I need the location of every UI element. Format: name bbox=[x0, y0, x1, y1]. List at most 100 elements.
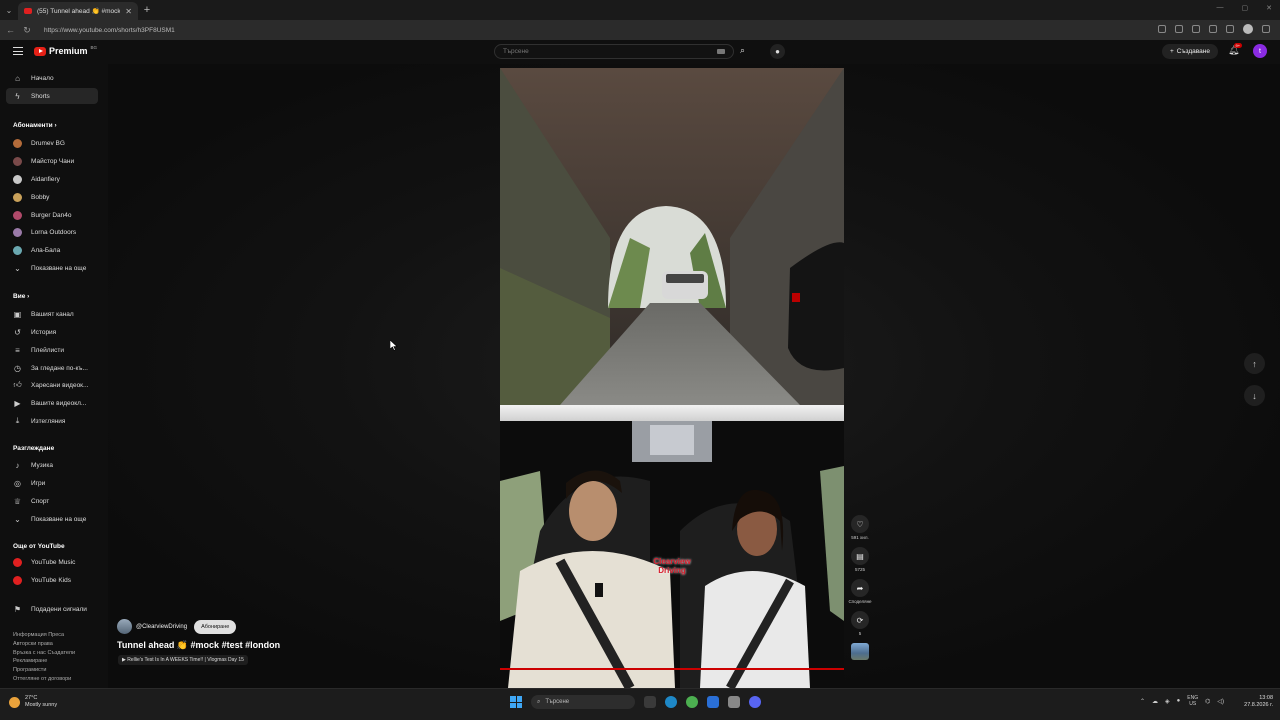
remix-count: 5 bbox=[858, 631, 862, 636]
browser-tab[interactable]: (55) Tunnel ahead 👏 #mock ✕ bbox=[18, 2, 138, 20]
sidebar-item-subscription[interactable]: Ала-Бала bbox=[6, 242, 98, 258]
sidebar-item-watch-later[interactable]: ◷ За гледане по-къ... bbox=[6, 360, 98, 376]
discord-icon[interactable] bbox=[749, 696, 761, 708]
you-heading[interactable]: Вие › bbox=[13, 293, 29, 300]
comments-button[interactable]: ▤ bbox=[851, 547, 869, 565]
show-more-subscriptions[interactable]: ⌄ Показване на още bbox=[6, 260, 98, 276]
share-button[interactable]: ➦ bbox=[851, 579, 869, 597]
chrome-icon[interactable] bbox=[686, 696, 698, 708]
edge-icon[interactable] bbox=[665, 696, 677, 708]
like-button[interactable]: ♡ bbox=[851, 515, 869, 533]
extensions-icon[interactable] bbox=[1209, 25, 1217, 33]
video-progress-bar[interactable] bbox=[500, 668, 844, 670]
security-icon[interactable]: ◈ bbox=[1165, 698, 1170, 705]
sound-thumbnail[interactable] bbox=[851, 643, 869, 660]
create-label: Създаване bbox=[1176, 48, 1210, 55]
sidebar-item-music[interactable]: ♪ Музика bbox=[6, 457, 98, 473]
task-view-icon[interactable] bbox=[644, 696, 656, 708]
tray-chevron-icon[interactable]: ⌃ bbox=[1140, 698, 1145, 705]
channel-avatar[interactable] bbox=[117, 619, 132, 634]
related-video-link[interactable]: ▶ Rellie's Test Is In A WEEKS Time!! | V… bbox=[118, 655, 248, 665]
footer-link[interactable]: Връзка с нас Създатели bbox=[13, 649, 103, 658]
minimize-icon[interactable]: — bbox=[1217, 4, 1224, 12]
volume-icon[interactable]: ◁) bbox=[1217, 698, 1224, 705]
cloud-icon[interactable]: ☁ bbox=[1152, 698, 1158, 705]
sidebar-item-your-channel[interactable]: ▣ Вашият канал bbox=[6, 306, 98, 322]
sidebar-item-subscription[interactable]: Burger Dan4o bbox=[6, 207, 98, 223]
sidebar-item-subscription[interactable]: Lorna Outdoors bbox=[6, 224, 98, 240]
maximize-icon[interactable]: ▢ bbox=[1242, 4, 1249, 12]
search-icon: ⌕ bbox=[537, 698, 541, 705]
search-input[interactable]: Търсене bbox=[503, 48, 717, 55]
reload-icon[interactable]: ↻ bbox=[23, 25, 31, 36]
search-icon[interactable]: ⌕ bbox=[740, 45, 745, 56]
footer-link[interactable]: Програмисти bbox=[13, 666, 103, 675]
more-icon[interactable] bbox=[1262, 25, 1270, 33]
channel-row: @ClearviewDriving Абониране bbox=[117, 619, 237, 634]
footer-link[interactable]: Информация Преса bbox=[13, 631, 103, 640]
system-tray: ⌃ ☁ ◈ ● ENG US ⌬ ◁) bbox=[1140, 695, 1224, 707]
zoom-icon[interactable] bbox=[1175, 25, 1183, 33]
collections-icon[interactable] bbox=[1226, 25, 1234, 33]
favorite-icon[interactable] bbox=[1192, 25, 1200, 33]
subscriptions-heading[interactable]: Абонаменти › bbox=[13, 122, 57, 129]
previous-short-button[interactable]: ↑ bbox=[1244, 353, 1265, 374]
browser-profile-icon[interactable] bbox=[1243, 24, 1253, 34]
url-field[interactable]: https://www.youtube.com/shorts/h3PF8USM1 bbox=[44, 27, 175, 34]
subscribe-button[interactable]: Абониране bbox=[194, 619, 237, 634]
short-video-player[interactable]: Clearview Driving bbox=[500, 68, 844, 688]
tab-menu-icon[interactable]: ⌄ bbox=[0, 0, 18, 20]
sidebar-item-playlists[interactable]: ≡ Плейлисти bbox=[6, 342, 98, 358]
next-short-button[interactable]: ↓ bbox=[1244, 385, 1265, 406]
channel-name[interactable]: @ClearviewDriving bbox=[136, 624, 187, 630]
tunnel-scene bbox=[500, 68, 844, 405]
new-tab-button[interactable]: + bbox=[138, 4, 156, 16]
sidebar-item-youtube-kids[interactable]: YouTube Kids bbox=[6, 572, 98, 588]
close-tab-icon[interactable]: ✕ bbox=[125, 7, 132, 16]
weather-temp: 27°C bbox=[25, 695, 38, 701]
sidebar-item-report-history[interactable]: ⚑ Подадени сигнали bbox=[6, 601, 98, 617]
system-clock[interactable]: 13:08 27.8.2026 г. bbox=[1238, 695, 1273, 709]
close-window-icon[interactable]: ✕ bbox=[1266, 4, 1272, 12]
sidebar-item-subscription[interactable]: Майстор Чани bbox=[6, 153, 98, 169]
footer-link[interactable]: Оттегляне от договори bbox=[13, 675, 103, 684]
network-icon[interactable]: ⌬ bbox=[1205, 698, 1210, 705]
keyboard-icon[interactable] bbox=[717, 49, 725, 54]
search-box[interactable]: Търсене bbox=[494, 44, 734, 59]
sidebar-item-your-videos[interactable]: ▶ Вашите видеокл... bbox=[6, 395, 98, 411]
show-more-explore[interactable]: ⌄ Показване на още bbox=[6, 511, 98, 527]
explorer-icon[interactable] bbox=[728, 696, 740, 708]
sidebar-item-shorts[interactable]: ϟ Shorts bbox=[6, 88, 98, 104]
translate-icon[interactable] bbox=[1158, 25, 1166, 33]
weather-widget[interactable]: 27°C Mostly sunny bbox=[9, 695, 57, 709]
footer-link[interactable]: Рекламиране bbox=[13, 657, 103, 666]
mic-tray-icon[interactable]: ● bbox=[1177, 698, 1181, 704]
windows-start-icon[interactable] bbox=[510, 696, 522, 708]
short-title[interactable]: Tunnel ahead 👏 #mock #test #london bbox=[117, 640, 280, 651]
game-icon: ◎ bbox=[14, 478, 21, 488]
back-icon[interactable]: ← bbox=[6, 25, 15, 35]
sidebar-item-downloads[interactable]: ⤓ Изтегляния bbox=[6, 413, 98, 429]
footer-link[interactable]: Авторски права bbox=[13, 640, 103, 649]
user-avatar[interactable]: t bbox=[1253, 44, 1267, 58]
youtube-logo[interactable]: Premium BG bbox=[34, 45, 97, 56]
sidebar-item-label: Игри bbox=[31, 479, 46, 487]
sidebar-item-subscription[interactable]: Bobby bbox=[6, 189, 98, 205]
remix-button[interactable]: ⟳ bbox=[851, 611, 869, 629]
car-dashboard bbox=[500, 405, 844, 421]
sidebar-item-home[interactable]: ⌂ Начало bbox=[6, 70, 98, 86]
create-button[interactable]: + Създаване bbox=[1162, 44, 1218, 59]
sidebar-item-subscription[interactable]: Drumev BG bbox=[6, 135, 98, 151]
sidebar-item-subscription[interactable]: Aidanfiery bbox=[6, 171, 98, 187]
language-indicator[interactable]: ENG US bbox=[1187, 695, 1198, 707]
sidebar-item-sports[interactable]: ♕ Спорт bbox=[6, 493, 98, 509]
sidebar-item-history[interactable]: ↺ История bbox=[6, 324, 98, 340]
menu-icon[interactable] bbox=[13, 47, 23, 55]
explore-heading: Разглеждане bbox=[13, 445, 55, 452]
sidebar-item-liked[interactable]: 👍︎ Харесани видеок... bbox=[6, 377, 98, 393]
store-icon[interactable] bbox=[707, 696, 719, 708]
sidebar-item-youtube-music[interactable]: YouTube Music bbox=[6, 554, 98, 570]
taskbar-search[interactable]: ⌕ Търсене bbox=[531, 695, 635, 709]
microphone-icon[interactable]: ● bbox=[770, 44, 785, 59]
sidebar-item-gaming[interactable]: ◎ Игри bbox=[6, 475, 98, 491]
